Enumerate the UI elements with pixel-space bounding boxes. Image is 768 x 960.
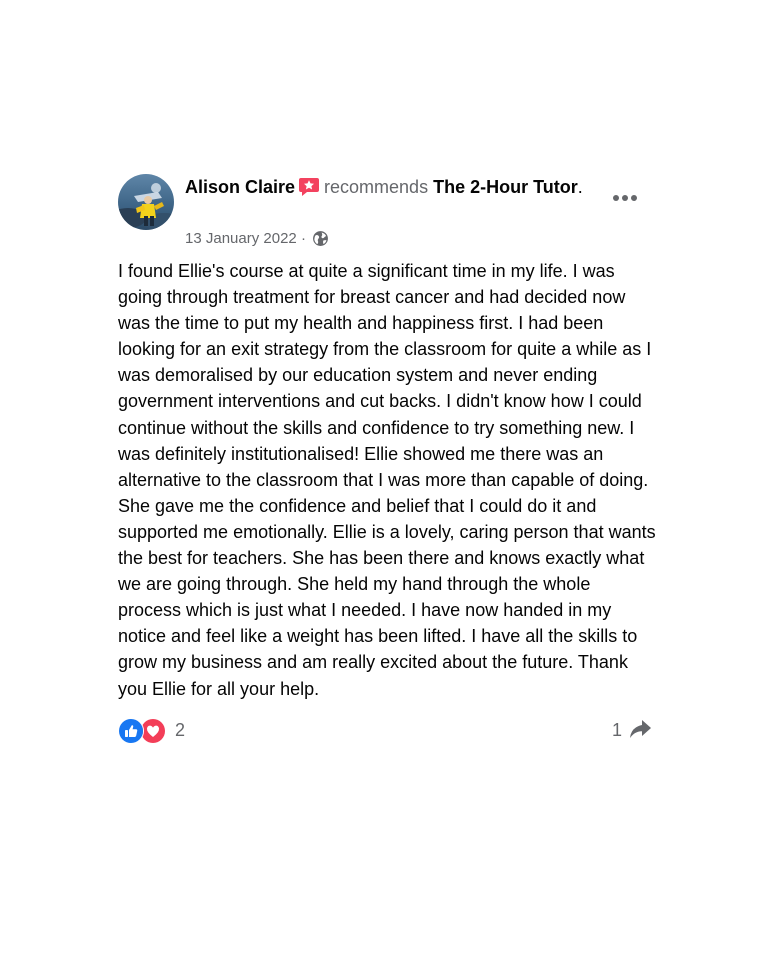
recommendation-post: Alison Claire recommends The 2-Hour Tutor…: [118, 172, 658, 754]
post-date[interactable]: 13 January 2022: [185, 230, 297, 247]
share-icon: [628, 718, 652, 745]
recommend-star-icon: [298, 177, 320, 197]
like-icon: [118, 717, 144, 744]
post-footer: 2 1: [118, 714, 658, 754]
post-header: Alison Claire recommends The 2-Hour Tutor…: [118, 172, 658, 254]
post-meta: 13 January 2022 ·: [185, 229, 329, 253]
share-count: 1: [612, 719, 623, 740]
post-headline: Alison Claire recommends The 2-Hour Tutor…: [185, 174, 585, 200]
author-name[interactable]: Alison Claire: [185, 177, 295, 197]
shares-summary[interactable]: 1: [612, 718, 652, 742]
headline-period: .: [577, 177, 583, 197]
recommends-label: recommends: [324, 177, 429, 197]
page-name-link[interactable]: The 2-Hour Tutor: [433, 177, 578, 197]
globe-icon: [312, 230, 329, 253]
avatar[interactable]: [118, 174, 174, 230]
meta-separator: ·: [300, 230, 306, 247]
reaction-count: 2: [175, 719, 186, 740]
more-options-icon[interactable]: [612, 188, 642, 208]
post-body: I found Ellie's course at quite a signif…: [118, 261, 656, 699]
